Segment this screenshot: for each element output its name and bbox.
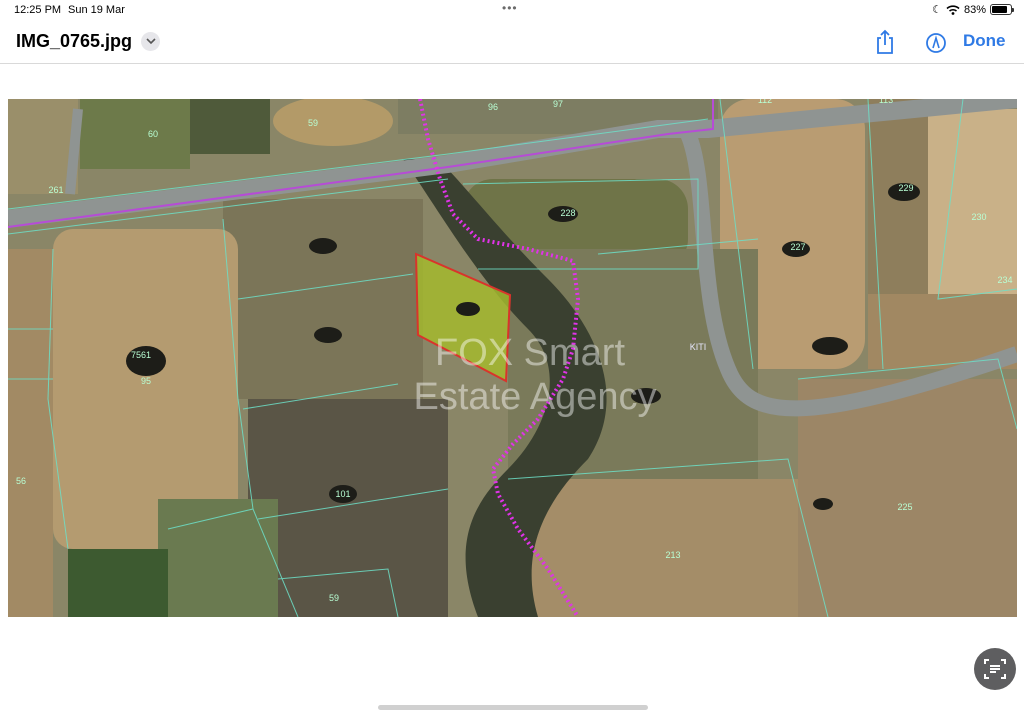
parcel-label: 230 (971, 212, 986, 222)
field-213 (508, 479, 828, 617)
parcel-label: 97 (553, 99, 563, 109)
field-left-edge (8, 249, 53, 617)
status-bar: 12:25 PM Sun 19 Mar ••• ☾ 83% (0, 0, 1024, 20)
live-text-icon (984, 659, 1006, 679)
parcel-label: 225 (897, 502, 912, 512)
field-225 (798, 379, 1017, 617)
parcel-label: 96 (488, 102, 498, 112)
parcel-label: 59 (308, 118, 318, 128)
parcel-label: 261 (48, 185, 63, 195)
chevron-down-icon[interactable] (141, 32, 160, 51)
parcel-label: 213 (665, 550, 680, 560)
battery-icon (990, 4, 1014, 15)
moon-icon: ☾ (932, 4, 942, 16)
watermark-line2: Estate Agency (414, 376, 657, 418)
parcel-label: 95 (141, 376, 151, 386)
parcel-label: 227 (790, 242, 805, 252)
markup-icon[interactable] (925, 29, 947, 55)
cadastral-map-image[interactable]: 60 59 96 97 112 113 261 229 230 234 228 … (8, 99, 1017, 617)
map-graphic: 60 59 96 97 112 113 261 229 230 234 228 … (8, 99, 1017, 617)
status-date: Sun 19 Mar (68, 4, 125, 16)
share-icon[interactable] (874, 29, 896, 55)
field-bottom-dark (68, 549, 168, 617)
parcel-label: 228 (560, 208, 575, 218)
parcel-label: 234 (997, 275, 1012, 285)
parcel-label: 56 (16, 476, 26, 486)
battery-percent: 83% (963, 3, 986, 16)
parcel-label: 112 (758, 99, 772, 105)
status-indicators: ☾ 83% (932, 3, 1014, 16)
parcel-label: 101 (335, 489, 350, 499)
parcel-label: 113 (879, 99, 893, 105)
wifi-icon (946, 4, 960, 15)
status-time: 12:25 PM (14, 4, 62, 16)
field-top-60 (80, 99, 190, 169)
battery-level (992, 6, 1007, 13)
watermark-line1: FOX Smart (435, 332, 625, 374)
parcel-label: 59 (329, 593, 339, 603)
parcel-label: 229 (898, 183, 913, 193)
live-text-button[interactable] (974, 648, 1016, 690)
place-label: KITI (690, 342, 707, 352)
field-mid-strip (223, 199, 423, 399)
parcel-label: 7561 (131, 350, 151, 360)
parcel-label: 60 (148, 129, 158, 139)
home-indicator[interactable] (378, 705, 648, 710)
field-orchard (190, 99, 270, 154)
done-button[interactable]: Done (963, 31, 1006, 51)
field-bottom-green (158, 499, 278, 617)
field-59-top (273, 99, 393, 146)
multitasking-dots-icon[interactable]: ••• (502, 1, 518, 15)
navigation-bar: IMG_0765.jpg Done (0, 20, 1024, 64)
document-title[interactable]: IMG_0765.jpg (16, 31, 132, 52)
